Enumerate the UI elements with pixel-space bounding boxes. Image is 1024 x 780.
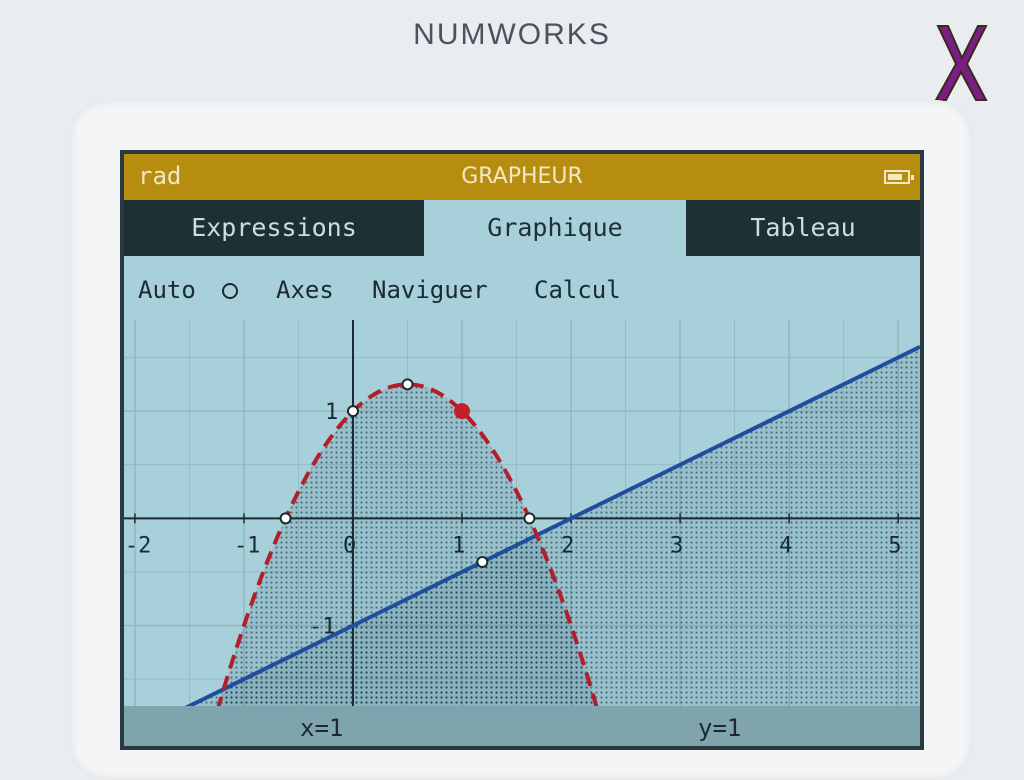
notable-point — [401, 378, 414, 391]
x-tick-label: 2 — [561, 533, 574, 558]
tab-graphique[interactable]: Graphique — [424, 200, 686, 256]
x-tick-label: -1 — [234, 533, 260, 558]
app-title: GRAPHEUR — [461, 164, 583, 189]
tab-tableau[interactable]: Tableau — [686, 200, 920, 256]
function-graph[interactable]: -2 -1 0 1 2 3 4 51-1 — [124, 320, 920, 706]
notable-point — [279, 512, 292, 525]
battery-icon — [884, 170, 914, 184]
y-readout: y=1 — [698, 714, 742, 742]
title-bar: rad GRAPHEUR — [124, 154, 920, 200]
x-tick-label: 1 — [452, 533, 465, 558]
x-tick-label: 3 — [670, 533, 683, 558]
tab-expressions[interactable]: Expressions — [124, 200, 424, 256]
navigate-button[interactable]: Naviguer — [372, 276, 488, 304]
x-tick-label: 4 — [779, 533, 792, 558]
notable-point — [523, 512, 536, 525]
x-tick-label: -2 — [125, 533, 152, 558]
axes-button[interactable]: Axes — [276, 276, 334, 304]
cursor-readout-bar: x=1 y=1 — [124, 706, 920, 746]
y-tick-label: 1 — [325, 400, 338, 425]
notable-point — [476, 555, 489, 568]
graph-cursor — [454, 403, 471, 420]
x-tick-label: 0 — [343, 533, 356, 558]
x-tick-label: 5 — [888, 533, 901, 558]
calc-button[interactable]: Calcul — [534, 276, 621, 304]
auto-radio[interactable] — [222, 283, 238, 299]
graph-toolbar: Auto Axes Naviguer Calcul — [124, 256, 920, 320]
auto-button[interactable]: Auto — [138, 276, 196, 304]
x-logo-icon — [934, 25, 988, 101]
brand-label: NUMWORKS — [413, 18, 611, 51]
tab-bar: Expressions Graphique Tableau — [124, 200, 920, 256]
notable-point — [346, 405, 359, 418]
x-readout: x=1 — [300, 714, 344, 742]
calculator-screen: rad GRAPHEUR Expressions Graphique Table… — [120, 150, 924, 750]
